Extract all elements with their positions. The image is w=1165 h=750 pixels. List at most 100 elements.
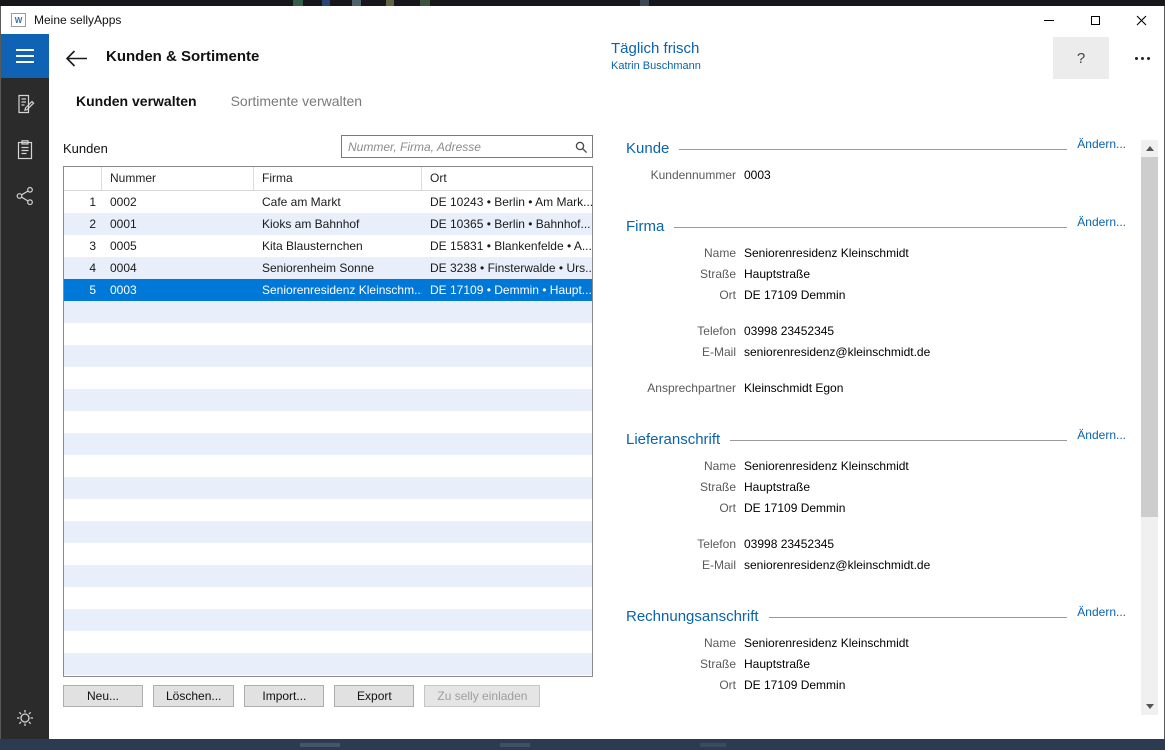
section-firma: Firma Ändern... Name Seniorenresidenz Kl… (626, 218, 1126, 398)
field-value: 03998 23452345 (744, 324, 834, 338)
table-row[interactable]: 1 0002 Cafe am Markt DE 10243 • Berlin •… (64, 191, 592, 213)
row-ort: DE 17109 • Demmin • Haupt... (422, 279, 592, 301)
help-button[interactable]: ? (1053, 37, 1109, 79)
section-title: Kunde (626, 140, 669, 157)
field-value: Seniorenresidenz Kleinschmidt (744, 636, 909, 650)
row-index: 2 (64, 213, 102, 235)
loeschen-button[interactable]: Löschen... (153, 685, 234, 707)
gear-icon (14, 707, 36, 729)
column-header-ort[interactable]: Ort (422, 167, 592, 190)
tab-kunden-verwalten[interactable]: Kunden verwalten (76, 93, 197, 109)
window-controls (1026, 6, 1164, 34)
field-value: Kleinschmidt Egon (744, 381, 843, 395)
section-divider (679, 149, 1067, 150)
field-label: E-Mail (626, 558, 744, 572)
field-label: Ort (626, 678, 744, 692)
search-input[interactable] (342, 140, 574, 154)
account-identity: Täglich frisch Katrin Buschmann (611, 40, 701, 72)
row-index: 5 (64, 279, 102, 301)
export-button[interactable]: Export (334, 685, 414, 707)
row-index: 4 (64, 257, 102, 279)
field-kundennummer: Kundennummer 0003 (626, 164, 1126, 185)
field-value: seniorenresidenz@kleinschmidt.de (744, 345, 930, 359)
row-ort: DE 10243 • Berlin • Am Mark... (422, 191, 592, 213)
field-value: Seniorenresidenz Kleinschmidt (744, 459, 909, 473)
tab-bar: Kunden verwalten Sortimente verwalten (49, 82, 1164, 120)
column-header-index[interactable] (64, 167, 102, 190)
section-title: Rechnungsanschrift (626, 608, 759, 625)
titlebar: W Meine sellyApps (1, 6, 1164, 34)
field-strasse: Straße Hauptstraße (626, 263, 1126, 284)
more-options-button[interactable] (1121, 37, 1163, 79)
field-value: Hauptstraße (744, 480, 810, 494)
table-row[interactable]: 3 0005 Kita Blausternchen DE 15831 • Bla… (64, 235, 592, 257)
zu-selly-einladen-button[interactable]: Zu selly einladen (424, 685, 540, 707)
close-button[interactable] (1118, 6, 1164, 34)
row-firma: Seniorenheim Sonne (254, 257, 422, 279)
section-title: Firma (626, 218, 664, 235)
sidebar-item-share[interactable] (12, 183, 38, 209)
row-index: 3 (64, 235, 102, 257)
main-area: Kunden Nummer Firma Ort 1 (49, 120, 1164, 739)
row-ort: DE 15831 • Blankenfelde • A... (422, 235, 592, 257)
page-title: Kunden & Sortimente (106, 48, 259, 65)
kunden-table: Nummer Firma Ort 1 0002 Cafe am Markt DE… (63, 166, 593, 677)
hamburger-icon (16, 49, 34, 51)
field-email: E-Mail seniorenresidenz@kleinschmidt.de (626, 341, 1126, 362)
aendern-link[interactable]: Ändern... (1077, 605, 1126, 619)
field-value: Hauptstraße (744, 657, 810, 671)
aendern-link[interactable]: Ändern... (1077, 428, 1126, 442)
column-header-nummer[interactable]: Nummer (102, 167, 254, 190)
share-icon (14, 185, 36, 207)
aendern-link[interactable]: Ändern... (1077, 215, 1126, 229)
field-name: Name Seniorenresidenz Kleinschmidt (626, 455, 1126, 476)
app-icon: W (11, 13, 26, 27)
field-ansprechpartner: Ansprechpartner Kleinschmidt Egon (626, 377, 1126, 398)
table-empty-rows (64, 301, 592, 676)
field-label: Ansprechpartner (626, 381, 744, 395)
field-label: Name (626, 459, 744, 473)
table-row-selected[interactable]: 5 0003 Seniorenresidenz Kleinschm... DE … (64, 279, 592, 301)
row-nummer: 0001 (102, 213, 254, 235)
aendern-link[interactable]: Ändern... (1077, 137, 1126, 151)
sidebar-item-assortments[interactable] (12, 137, 38, 163)
sidebar-item-customers[interactable] (12, 91, 38, 117)
tab-sortimente-verwalten[interactable]: Sortimente verwalten (231, 93, 363, 109)
field-label: Straße (626, 267, 744, 281)
field-label: Ort (626, 501, 744, 515)
field-strasse: Straße Hauptstraße (626, 653, 1126, 674)
detail-scrollbar[interactable] (1141, 140, 1158, 715)
scroll-down-button[interactable] (1141, 698, 1158, 715)
customer-detail-panel: Kunde Ändern... Kundennummer 0003 (626, 140, 1126, 695)
back-button[interactable] (65, 47, 93, 69)
section-lieferanschrift: Lieferanschrift Ändern... Name Seniorenr… (626, 431, 1126, 575)
table-row[interactable]: 2 0001 Kioks am Bahnhof DE 10365 • Berli… (64, 213, 592, 235)
minimize-button[interactable] (1026, 6, 1072, 34)
ellipsis-icon (1135, 57, 1138, 60)
field-value: 0003 (744, 168, 771, 182)
document-pen-icon (14, 93, 36, 115)
settings-button[interactable] (12, 705, 38, 731)
field-label: Telefon (626, 324, 744, 338)
section-divider (730, 440, 1067, 441)
window-title: Meine sellyApps (34, 13, 121, 27)
field-label: Ort (626, 288, 744, 302)
table-row[interactable]: 4 0004 Seniorenheim Sonne DE 3238 • Fins… (64, 257, 592, 279)
search-icon[interactable] (574, 140, 588, 154)
app-header: Kunden & Sortimente Täglich frisch Katri… (49, 34, 1164, 82)
scrollbar-thumb[interactable] (1141, 157, 1158, 517)
neu-button[interactable]: Neu... (63, 685, 143, 707)
row-firma: Seniorenresidenz Kleinschm... (254, 279, 422, 301)
column-header-firma[interactable]: Firma (254, 167, 422, 190)
field-ort: Ort DE 17109 Demmin (626, 497, 1126, 518)
field-ort: Ort DE 17109 Demmin (626, 284, 1126, 305)
field-telefon: Telefon 03998 23452345 (626, 533, 1126, 554)
scroll-up-button[interactable] (1141, 140, 1158, 157)
row-ort: DE 10365 • Berlin • Bahnhof... (422, 213, 592, 235)
import-button[interactable]: Import... (244, 685, 324, 707)
field-value: DE 17109 Demmin (744, 501, 845, 515)
desktop-strip-bottom (0, 739, 1165, 750)
user-name: Katrin Buschmann (611, 60, 701, 72)
hamburger-menu-button[interactable] (1, 34, 49, 78)
maximize-button[interactable] (1072, 6, 1118, 34)
